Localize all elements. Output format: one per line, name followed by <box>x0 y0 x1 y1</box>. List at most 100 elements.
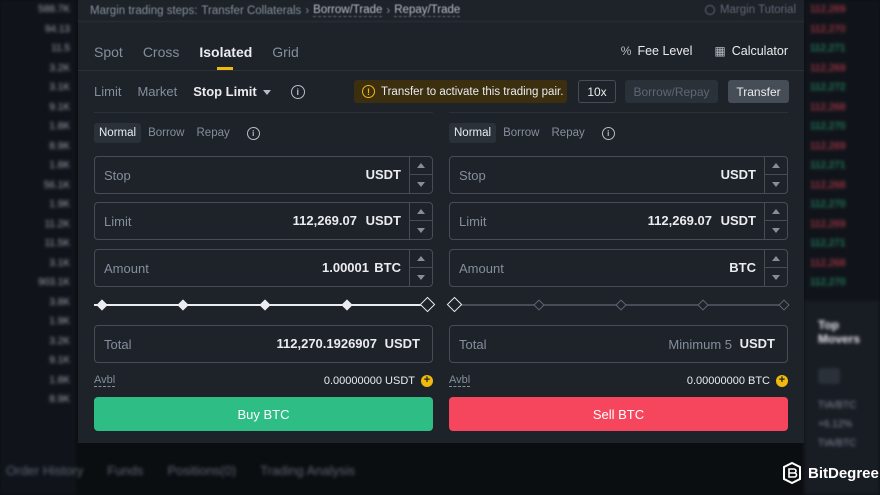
sell-total-field[interactable]: Total Minimum 5 USDT <box>449 325 788 363</box>
order-type-market[interactable]: Market <box>137 84 177 99</box>
buy-amount-value[interactable]: 1.00001 <box>322 260 369 275</box>
increment-button[interactable] <box>765 157 787 175</box>
fee-level-button[interactable]: % Fee Level <box>621 44 693 58</box>
slider-mark-0[interactable] <box>96 299 108 311</box>
info-icon[interactable]: i <box>601 126 615 140</box>
slider-mark-75[interactable] <box>341 299 353 311</box>
tab-grid[interactable]: Grid <box>272 44 298 60</box>
slider-mark-100[interactable] <box>778 299 790 311</box>
sell-amount-unit: BTC <box>729 260 756 275</box>
buy-total-value[interactable]: 112,270.1926907 <box>277 336 378 351</box>
decrement-button[interactable] <box>410 221 432 239</box>
warning-icon: ! <box>362 85 375 98</box>
info-icon[interactable]: i <box>246 126 260 140</box>
sell-mode-borrow[interactable]: Borrow <box>498 123 544 143</box>
order-type-stop-limit[interactable]: Stop Limit <box>193 84 257 99</box>
order-book-background: 588.7K 94.13 11.5 3.2K 3.1K 9.1K 1.8K 8.… <box>0 0 76 495</box>
top-movers-title: Top Movers <box>818 318 861 346</box>
sell-button[interactable]: Sell BTC <box>449 397 788 431</box>
increment-button[interactable] <box>765 250 787 268</box>
sell-mode-repay[interactable]: Repay <box>547 123 590 143</box>
caret-down-icon <box>417 181 425 187</box>
decrement-button[interactable] <box>765 175 787 193</box>
sell-limit-field[interactable]: Limit 112,269.07 USDT <box>449 202 788 240</box>
transfer-button[interactable]: Transfer <box>728 80 789 103</box>
sell-stop-stepper[interactable] <box>764 157 787 193</box>
buy-avbl-value: 0.00000000 USDT <box>323 374 415 387</box>
top-movers-filter <box>818 368 840 384</box>
sell-mode-normal[interactable]: Normal <box>449 123 497 143</box>
slider-mark-50[interactable] <box>259 299 271 311</box>
caret-down-icon <box>772 274 780 280</box>
buy-mode-repay[interactable]: Repay <box>192 123 235 143</box>
buy-stop-stepper[interactable] <box>409 157 432 193</box>
increment-button[interactable] <box>410 157 432 175</box>
decrement-button[interactable] <box>765 268 787 286</box>
buy-amount-label: Amount <box>104 261 149 276</box>
sell-amount-stepper[interactable] <box>764 250 787 286</box>
increment-button[interactable] <box>765 203 787 221</box>
tab-spot[interactable]: Spot <box>94 44 123 60</box>
caret-up-icon <box>772 256 780 261</box>
sell-total-unit: USDT <box>739 336 775 351</box>
slider-handle[interactable] <box>419 296 436 313</box>
buy-total-field[interactable]: Total 112,270.1926907 USDT <box>94 325 433 363</box>
sell-stop-unit: USDT <box>720 167 756 182</box>
decrement-button[interactable] <box>410 268 432 286</box>
buy-stop-field[interactable]: Stop USDT <box>94 156 433 194</box>
margin-tutorial-link[interactable]: Margin Tutorial <box>704 4 796 16</box>
buy-mode-normal[interactable]: Normal <box>94 123 142 143</box>
bottom-tabs-background: Order History Funds Positions(0) Trading… <box>0 455 800 495</box>
brand-name: BitDegree <box>808 464 879 482</box>
caret-up-icon <box>417 209 425 214</box>
sell-stop-field[interactable]: Stop USDT <box>449 156 788 194</box>
caret-down-icon <box>772 181 780 187</box>
buy-limit-value[interactable]: 112,269.07 <box>293 213 357 228</box>
borrow-repay-button[interactable]: Borrow/Repay <box>625 80 718 103</box>
steps-prefix: Margin trading steps: <box>90 4 198 17</box>
plus-circle-icon[interactable]: + <box>776 374 788 387</box>
calculator-button[interactable]: ▦ Calculator <box>714 44 788 58</box>
step-borrow-trade[interactable]: Borrow/Trade <box>313 4 383 17</box>
buy-limit-field[interactable]: Limit 112,269.07 USDT <box>94 202 433 240</box>
calculator-icon: ▦ <box>714 44 726 58</box>
sell-percent-slider[interactable] <box>446 296 790 313</box>
buy-amount-stepper[interactable] <box>409 250 432 286</box>
tab-isolated[interactable]: Isolated <box>199 44 252 70</box>
order-type-limit[interactable]: Limit <box>94 84 121 99</box>
slider-mark-25[interactable] <box>177 299 189 311</box>
chevron-down-icon[interactable] <box>262 89 271 95</box>
plus-circle-icon[interactable]: + <box>421 374 433 387</box>
sell-limit-stepper[interactable] <box>764 203 787 239</box>
calculator-label: Calculator <box>731 44 788 58</box>
slider-mark-50[interactable] <box>615 299 627 311</box>
sell-total-placeholder[interactable]: Minimum 5 <box>668 337 732 352</box>
app-root: 588.7K 94.13 11.5 3.2K 3.1K 9.1K 1.8K 8.… <box>0 0 880 495</box>
slider-mark-75[interactable] <box>697 299 709 311</box>
sell-limit-value[interactable]: 112,269.07 <box>648 213 712 228</box>
info-icon[interactable]: i <box>290 84 305 99</box>
buy-limit-stepper[interactable] <box>409 203 432 239</box>
step-repay-trade[interactable]: Repay/Trade <box>394 4 461 17</box>
buy-percent-slider[interactable] <box>94 296 436 313</box>
step-transfer-collaterals[interactable]: Transfer Collaterals <box>201 5 301 17</box>
margin-steps-bar: Margin trading steps: Transfer Collatera… <box>78 0 804 22</box>
buy-button[interactable]: Buy BTC <box>94 397 433 431</box>
buy-amount-field[interactable]: Amount 1.00001 BTC <box>94 249 433 287</box>
tab-cross[interactable]: Cross <box>143 44 180 60</box>
slider-mark-25[interactable] <box>533 299 545 311</box>
fee-level-label: Fee Level <box>637 44 693 58</box>
slider-handle[interactable] <box>446 296 463 313</box>
caret-up-icon <box>417 163 425 168</box>
chevron-right-icon: › <box>386 4 391 17</box>
buy-mode-borrow[interactable]: Borrow <box>143 123 189 143</box>
order-type-tabs: Limit Market Stop Limit i <box>94 84 305 99</box>
caret-down-icon <box>417 227 425 233</box>
sell-amount-field[interactable]: Amount BTC <box>449 249 788 287</box>
sell-amount-label: Amount <box>459 261 504 276</box>
decrement-button[interactable] <box>765 221 787 239</box>
decrement-button[interactable] <box>410 175 432 193</box>
increment-button[interactable] <box>410 250 432 268</box>
leverage-button[interactable]: 10x <box>578 80 616 103</box>
increment-button[interactable] <box>410 203 432 221</box>
